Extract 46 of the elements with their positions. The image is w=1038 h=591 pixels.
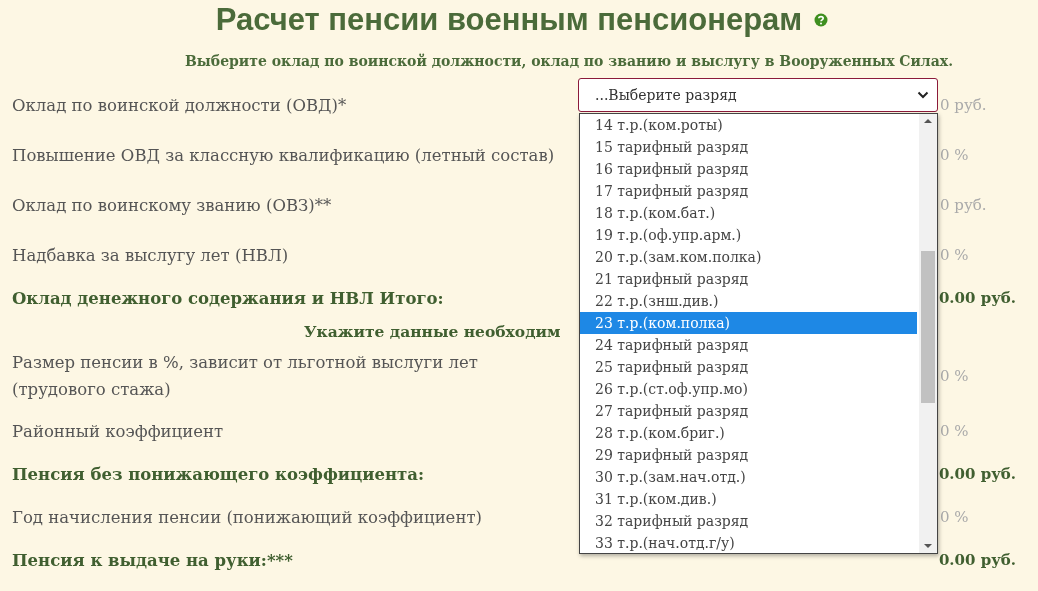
total-label: Оклад денежного содержания и НВЛ Итого: (12, 287, 444, 310)
field-label: Оклад по воинской должности (ОВД)* (12, 94, 348, 117)
dropdown-option[interactable]: 31 т.р.(ком.див.) (580, 488, 919, 510)
dropdown-option[interactable]: 29 тарифный разряд (580, 444, 919, 466)
dropdown-option[interactable]: 15 тарифный разряд (580, 136, 919, 158)
dropdown-option[interactable]: 16 тарифный разряд (580, 158, 919, 180)
chevron-icon (917, 91, 929, 99)
field-label: Надбавка за выслугу лет (НВЛ) (12, 244, 290, 267)
dropdown-option[interactable]: 14 т.р.(ком.роты) (580, 114, 919, 136)
dropdown-option[interactable]: 21 тарифный разряд (580, 268, 919, 290)
value-field[interactable]: 0 руб. (940, 96, 1016, 114)
field-label: Год начисления пенсии (понижающий коэффициент) (12, 506, 483, 529)
dropdown-option[interactable]: 19 т.р.(оф.упр.арм.) (580, 224, 919, 246)
field-label: Размер пенсии в %, зависит от льготной выслуги лет (трудового стажа) (12, 352, 479, 401)
page-title: Расчет пенсии военным пенсионерам (215, 2, 803, 38)
field-label: Районный коэффициент (12, 420, 225, 443)
value-field[interactable]: 0 % (940, 422, 1016, 440)
dropdown-option[interactable]: 26 т.р.(ст.оф.упр.мо) (580, 378, 919, 400)
dropdown-option[interactable]: 18 т.р.(ком.бат.) (580, 202, 919, 224)
dropdown-option[interactable]: 33 т.р.(нач.отд.г/у) (580, 532, 919, 554)
dropdown-option[interactable]: 27 тарифный разряд (580, 400, 919, 422)
total-label: Пенсия к выдаче на руки:*** (12, 549, 293, 572)
value-field[interactable]: 0 руб. (940, 196, 1016, 214)
total-label: Пенсия без понижающего коэффициента: (12, 463, 424, 486)
dropdown-option[interactable]: 23 т.р.(ком.полка) (580, 312, 917, 334)
value-field[interactable]: 0 % (940, 508, 1016, 526)
dropdown-option[interactable]: 22 т.р.(знш.див.) (580, 290, 919, 312)
dropdown-option[interactable]: 24 тарифный разряд (580, 334, 919, 356)
field-label: Оклад по воинскому званию (ОВЗ)** (12, 194, 333, 217)
dropdown-option[interactable]: 17 тарифный разряд (580, 180, 919, 202)
instruction-text: Выберите оклад по воинской должности, оклад по званию и выслугу в Вооруженных Силах. (183, 52, 955, 71)
value-field[interactable]: 0 % (940, 246, 1016, 264)
total-value: 0.00 руб. (938, 289, 1016, 307)
grade-select[interactable]: ...Выберите разряд (578, 78, 938, 112)
dropdown-option[interactable]: 20 т.р.(зам.ком.полка) (580, 246, 919, 268)
dropdown-option[interactable]: 30 т.р.(зам.нач.отд.) (580, 466, 919, 488)
total-value: 0.00 руб. (938, 465, 1016, 483)
dropdown-option[interactable]: 28 т.р.(ком.бриг.) (580, 422, 919, 444)
value-field[interactable]: 0 % (940, 367, 1016, 385)
dropdown-option[interactable]: 25 тарифный разряд (580, 356, 919, 378)
help-icon (814, 13, 829, 27)
field-label: Повышение ОВД за классную квалификацию (летный состав) (12, 144, 556, 167)
dropdown-option[interactable]: 32 тарифный разряд (580, 510, 919, 532)
total-value: 0.00 руб. (938, 551, 1016, 569)
value-field[interactable]: 0 % (940, 146, 1016, 164)
section-heading: Укажите данные необходим (304, 320, 561, 343)
